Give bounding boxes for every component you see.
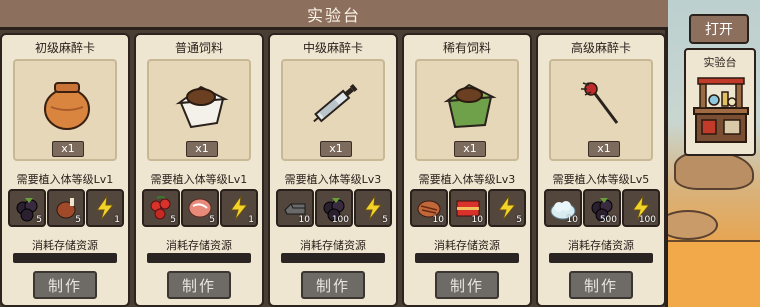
panel-titlebar: 实验台 xyxy=(0,0,668,30)
recipe-cards: 初级麻醉卡 x1 需要植入体等级Lv1 5 5 1 消耗存储资源制作 普通饲料 x1 需要植入体等… xyxy=(0,33,668,307)
make-button[interactable]: 制作 xyxy=(167,271,231,299)
resource-slot[interactable]: 5 xyxy=(488,189,526,227)
consume-label: 消耗存储资源 xyxy=(300,239,366,252)
consume-label: 消耗存储资源 xyxy=(166,239,232,252)
make-button[interactable]: 制作 xyxy=(33,271,97,299)
clay-pot-icon xyxy=(37,73,97,133)
resource-progress-bar xyxy=(549,253,653,263)
resource-count: 100 xyxy=(331,215,349,225)
resource-slot[interactable]: 100 xyxy=(315,189,353,227)
resource-count: 5 xyxy=(36,215,42,225)
required-level: 需要植入体等级Lv5 xyxy=(552,173,650,186)
recipe-card: 稀有饲料 x1 需要植入体等级Lv3 10 10 5 消耗存储资源制作 xyxy=(402,33,532,307)
resource-slot[interactable]: 5 xyxy=(354,189,392,227)
resource-progress-bar xyxy=(13,253,117,263)
resource-count: 500 xyxy=(599,215,617,225)
make-button[interactable]: 制作 xyxy=(301,271,365,299)
make-button[interactable]: 制作 xyxy=(569,271,633,299)
rock xyxy=(668,210,718,240)
resource-slot[interactable]: 1 xyxy=(220,189,258,227)
recipe-name: 稀有饲料 xyxy=(442,41,491,55)
resource-count: 1 xyxy=(248,215,254,225)
resource-count: 5 xyxy=(170,215,176,225)
panel-title: 实验台 xyxy=(306,5,361,25)
resource-count: 10 xyxy=(566,215,578,225)
make-button[interactable]: 制作 xyxy=(435,271,499,299)
lab-panel: 实验台 初级麻醉卡 x1 需要植入体等级Lv1 5 5 1 消耗存储资源制作 普通饲料 x1 需要… xyxy=(0,0,668,307)
resource-slot[interactable]: 5 xyxy=(8,189,46,227)
recipe-name: 初级麻醉卡 xyxy=(34,41,95,55)
recipe-name: 高级麻醉卡 xyxy=(570,41,631,55)
resource-count: 5 xyxy=(209,215,215,225)
recipe-card: 中级麻醉卡 x1 需要植入体等级Lv3 10 100 5 消耗存储资源制作 xyxy=(268,33,398,307)
resource-slot[interactable]: 5 xyxy=(142,189,180,227)
recipe-card: 普通饲料 x1 需要植入体等级Lv1 5 5 1 消耗存储资源制作 xyxy=(134,33,264,307)
resource-slot[interactable]: 5 xyxy=(181,189,219,227)
resource-slot[interactable]: 10 xyxy=(410,189,448,227)
recipe-item-slot[interactable]: x1 xyxy=(415,59,519,161)
required-level: 需要植入体等级Lv1 xyxy=(16,173,114,186)
item-quantity: x1 xyxy=(588,141,620,157)
resource-progress-bar xyxy=(415,253,519,263)
dart-icon xyxy=(573,73,633,133)
lab-station-label: 实验台 xyxy=(703,56,737,69)
resource-progress-bar xyxy=(281,253,385,263)
recipe-item-slot[interactable]: x1 xyxy=(13,59,117,161)
open-button[interactable]: 打开 xyxy=(689,14,749,44)
consume-label: 消耗存储资源 xyxy=(434,239,500,252)
recipe-item-slot[interactable]: x1 xyxy=(281,59,385,161)
item-quantity: x1 xyxy=(320,141,352,157)
recipe-name: 中级麻醉卡 xyxy=(302,41,363,55)
resource-count: 100 xyxy=(638,215,656,225)
recipe-card: 初级麻醉卡 x1 需要植入体等级Lv1 5 5 1 消耗存储资源制作 xyxy=(0,33,130,307)
required-level: 需要植入体等级Lv1 xyxy=(150,173,248,186)
resource-slot[interactable]: 10 xyxy=(544,189,582,227)
required-level: 需要植入体等级Lv3 xyxy=(418,173,516,186)
resource-slot[interactable]: 10 xyxy=(276,189,314,227)
consume-label: 消耗存储资源 xyxy=(32,239,98,252)
recipe-card: 高级麻醉卡 x1 需要植入体等级Lv5 10 500 100 消耗存储资源制作 xyxy=(536,33,666,307)
syringe-icon xyxy=(305,73,365,133)
resource-count: 5 xyxy=(516,215,522,225)
item-quantity: x1 xyxy=(52,141,84,157)
resource-count: 5 xyxy=(75,215,81,225)
resource-slot[interactable]: 100 xyxy=(622,189,660,227)
item-quantity: x1 xyxy=(454,141,486,157)
recipe-name: 普通饲料 xyxy=(174,41,223,55)
resource-slot[interactable]: 500 xyxy=(583,189,621,227)
required-level: 需要植入体等级Lv3 xyxy=(284,173,382,186)
consume-label: 消耗存储资源 xyxy=(568,239,634,252)
resource-count: 10 xyxy=(471,215,483,225)
recipe-item-slot[interactable]: x1 xyxy=(147,59,251,161)
resource-count: 10 xyxy=(298,215,310,225)
feed-bag-white-icon xyxy=(171,73,231,133)
resource-count: 10 xyxy=(432,215,444,225)
recipe-item-slot[interactable]: x1 xyxy=(549,59,653,161)
resource-count: 5 xyxy=(382,215,388,225)
resource-progress-bar xyxy=(147,253,251,263)
rock xyxy=(674,150,754,190)
feed-bag-green-icon xyxy=(439,73,499,133)
resource-slot[interactable]: 10 xyxy=(449,189,487,227)
sand-ground xyxy=(668,240,760,307)
resource-count: 1 xyxy=(114,215,120,225)
lab-bench-icon xyxy=(693,77,749,143)
resource-slot[interactable]: 1 xyxy=(86,189,124,227)
lab-station-tile[interactable]: 实验台 xyxy=(684,48,756,156)
resource-slot[interactable]: 5 xyxy=(47,189,85,227)
item-quantity: x1 xyxy=(186,141,218,157)
